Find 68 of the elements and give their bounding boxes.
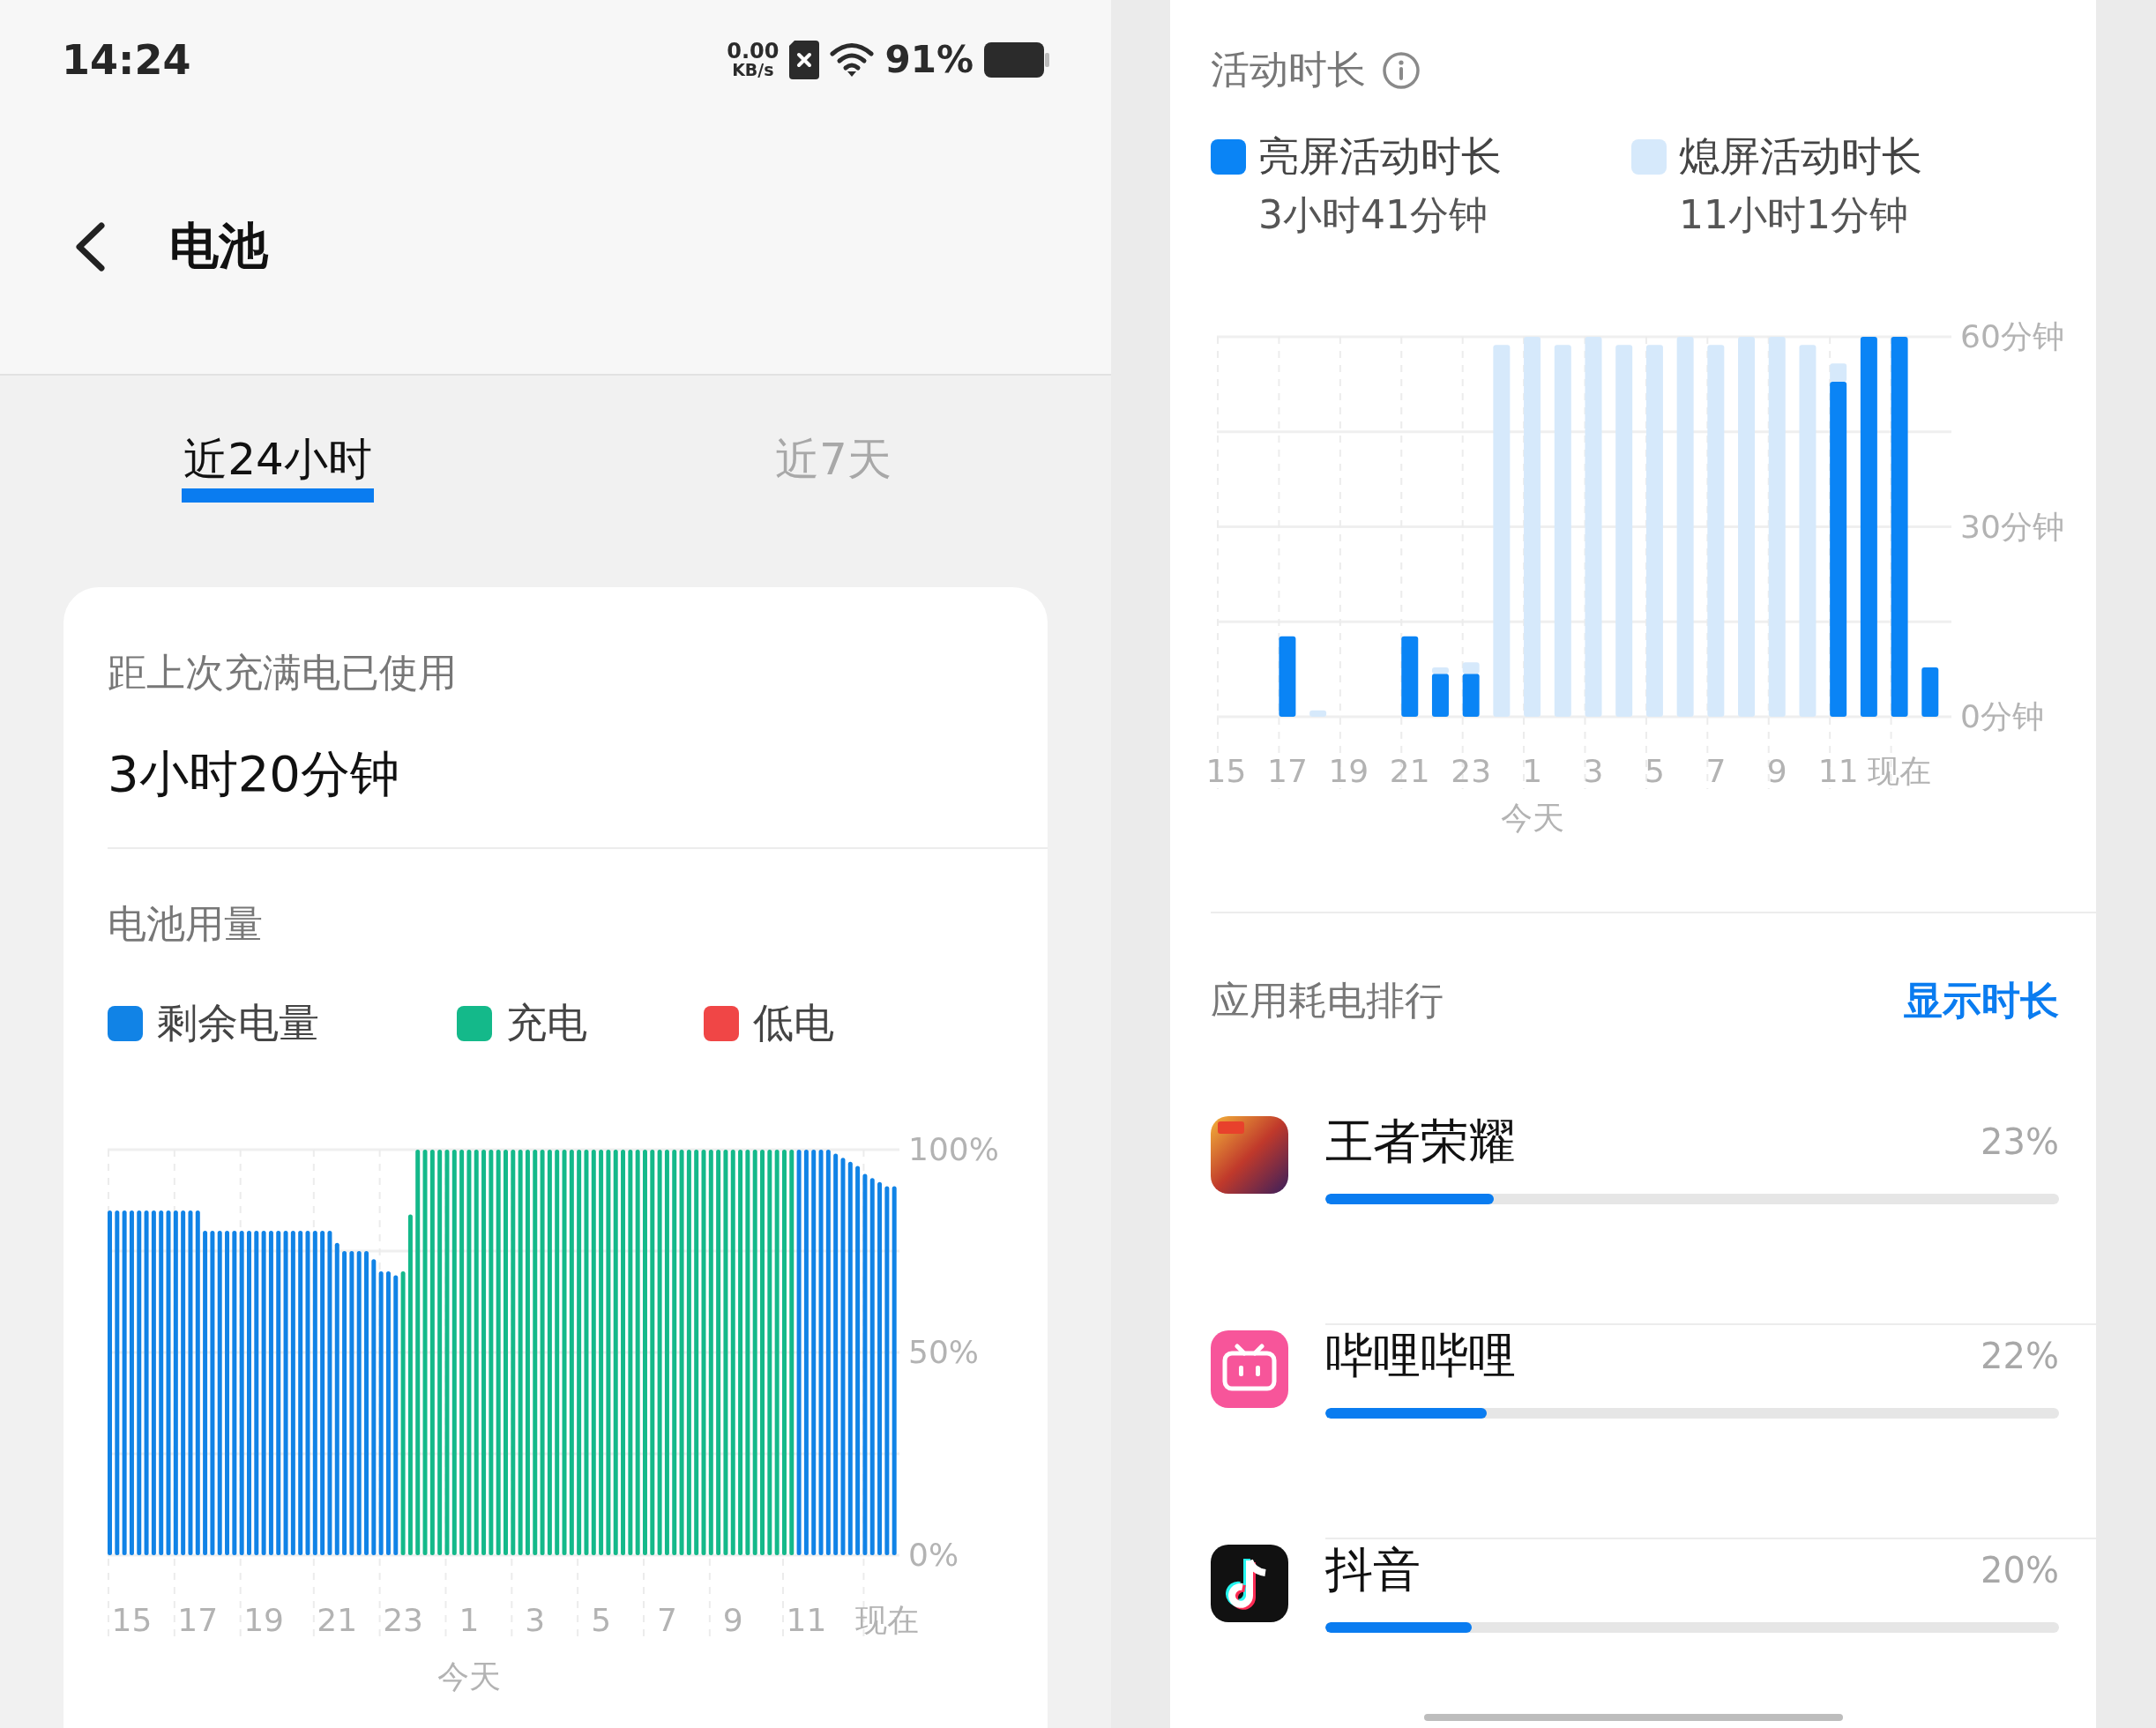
music-note-app-icon: [1211, 1545, 1288, 1622]
date-label: 今天: [1500, 800, 1564, 836]
network-speed: 0.00: [727, 41, 780, 62]
y-axis-label: 50%: [908, 1334, 979, 1370]
x-axis-label: 现在: [854, 1602, 919, 1638]
section-title: 活动时长: [1211, 46, 1366, 93]
x-axis-label: 9: [1766, 753, 1787, 789]
x-axis-label: 23: [1451, 753, 1492, 789]
x-axis-label: 15: [111, 1602, 153, 1638]
battery-icon: [984, 41, 1049, 78]
x-axis-label: 11: [1817, 753, 1859, 789]
x-axis-label: 19: [243, 1602, 284, 1638]
legend-label: 充电: [506, 998, 587, 1048]
x-axis-label: 11: [786, 1602, 827, 1638]
x-axis-label: 17: [1267, 753, 1308, 789]
legend-value: 3小时41分钟: [1258, 191, 1488, 239]
x-axis-label: 3: [525, 1602, 546, 1638]
x-axis-label: 15: [1205, 753, 1247, 789]
period-tab[interactable]: 近7天: [773, 430, 893, 503]
app-name: 王者荣耀: [1325, 1112, 1516, 1171]
section-title: 应用耗电排行: [1211, 977, 1444, 1024]
app-name: 哔哩哔哩: [1325, 1326, 1516, 1385]
network-speed-unit: KB/s: [732, 62, 774, 78]
x-axis-label: 7: [1705, 753, 1727, 789]
y-axis-label: 0分钟: [1960, 698, 2044, 734]
section-title: 电池用量: [108, 900, 264, 948]
y-axis-label: 30分钟: [1960, 508, 2064, 545]
x-axis-label: 23: [383, 1602, 423, 1638]
battery-percent: 91%: [884, 38, 974, 81]
bar: [1921, 667, 1939, 717]
bar: [1309, 710, 1327, 717]
wifi-icon: [830, 41, 875, 78]
game-app-icon: [1211, 1116, 1288, 1194]
y-axis-label: 100%: [908, 1131, 999, 1167]
info-icon: [1382, 50, 1421, 90]
x-axis-label: 现在: [1868, 753, 1932, 789]
x-axis-label: 3: [1583, 753, 1604, 789]
summary-value: 3小时20分钟: [108, 744, 400, 804]
x-axis-label: 17: [177, 1602, 219, 1638]
x-axis-label: 7: [656, 1602, 677, 1638]
x-axis-label: 21: [1389, 753, 1430, 789]
usage-percent: 23%: [1981, 1121, 2059, 1162]
x-axis-label: 5: [591, 1602, 612, 1638]
y-axis-label: 60分钟: [1960, 318, 2064, 354]
legend-label: 熄屏活动时长: [1679, 131, 1922, 182]
back-chevron-icon: [74, 221, 106, 272]
show-duration-link[interactable]: 显示时长: [1904, 975, 2059, 1027]
legend-label: 亮屏活动时长: [1258, 131, 1502, 182]
summary-label: 距上次充满电已使用: [108, 649, 458, 696]
usage-percent: 20%: [1981, 1550, 2059, 1590]
x-axis-label: 5: [1644, 753, 1665, 789]
x-axis-label: 21: [317, 1602, 358, 1638]
date-label: 今天: [436, 1658, 501, 1694]
x-axis-label: 1: [1522, 753, 1543, 789]
app-name: 抖音: [1325, 1540, 1421, 1599]
usage-percent: 22%: [1981, 1336, 2059, 1376]
legend-label: 剩余电量: [157, 998, 319, 1048]
status-time: 14:24: [62, 35, 191, 84]
tv-app-icon: [1211, 1330, 1288, 1408]
legend-value: 11小时1分钟: [1679, 191, 1909, 239]
x-axis-label: 19: [1328, 753, 1369, 789]
x-axis-label: 1: [459, 1602, 480, 1638]
legend-label: 低电: [753, 998, 834, 1048]
x-axis-label: 9: [722, 1602, 743, 1638]
page-title: 电池: [169, 215, 268, 276]
sim-card-icon: [789, 40, 820, 79]
period-tab[interactable]: 近24小时: [182, 430, 374, 503]
y-axis-label: 0%: [908, 1537, 959, 1573]
